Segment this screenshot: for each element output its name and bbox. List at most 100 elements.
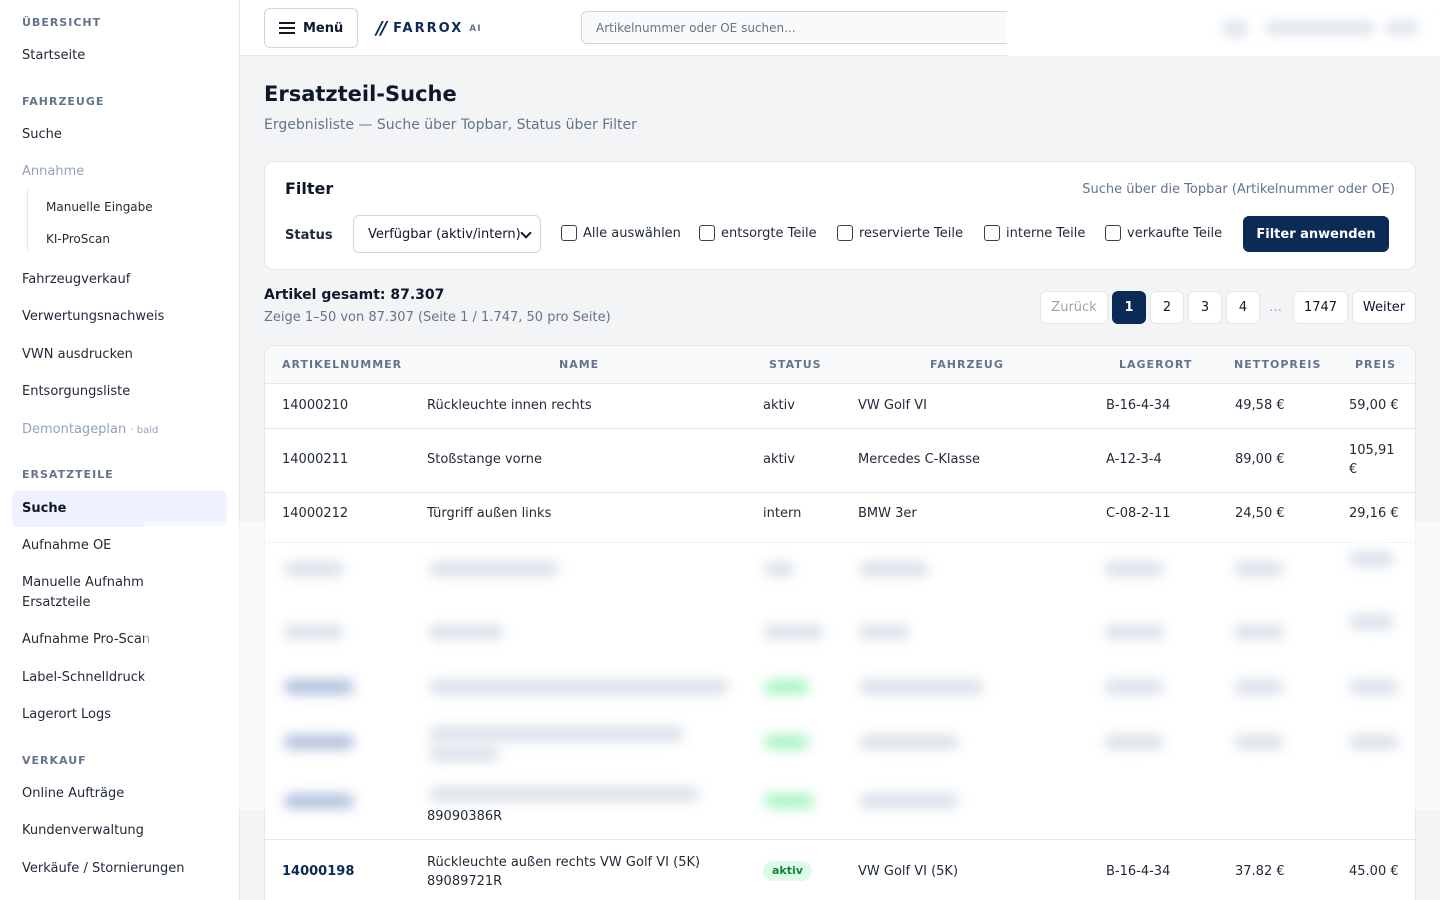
checkbox-reservierte-teile[interactable]: reservierte Teile	[837, 225, 963, 241]
cell-lagerort: B-16-4-34	[1106, 864, 1171, 879]
th-nettopreis[interactable]: NETTOPREIS	[1234, 358, 1321, 371]
section-verkauf: VERKAUF	[22, 754, 87, 767]
table-row[interactable]: 14000198 Rückleuchte außen rechts VW Gol…	[265, 840, 1415, 900]
sidebar-item-manuelle-eingabe[interactable]: Manuelle Eingabe	[36, 197, 226, 217]
cell-status: aktiv	[763, 398, 795, 413]
sidebar-item-demontageplan: Demontageplan · bald	[12, 420, 227, 441]
status-label: Status	[285, 228, 333, 243]
status-select[interactable]: Verfügbar (aktiv/intern)	[353, 215, 541, 253]
redacted-cell	[429, 562, 559, 576]
checkbox-label: Alle auswählen	[583, 225, 681, 241]
cell-name: Rückleuchte innen rechts	[427, 398, 592, 413]
redacted-cell	[764, 735, 809, 749]
checkbox-alle-auswaehlen[interactable]: Alle auswählen	[561, 225, 681, 241]
sidebar-item-verwertungsnachweis[interactable]: Verwertungsnachweis	[12, 307, 227, 327]
redacted-cell	[859, 680, 984, 694]
pagination-page-2[interactable]: 2	[1150, 291, 1184, 324]
sidebar-item-ki-proscan[interactable]: KI-ProScan	[36, 229, 226, 249]
sidebar-item-startseite[interactable]: Startseite	[12, 46, 227, 66]
pagination-page-1[interactable]: 1	[1112, 291, 1146, 324]
results-range: Zeige 1–50 von 87.307 (Seite 1 / 1.747, …	[264, 310, 611, 325]
redacted-cell	[284, 680, 354, 694]
sidebar-item-verkaeufe-stornierungen[interactable]: Verkäufe / Stornierungen	[12, 859, 227, 879]
redacted-cell	[1234, 735, 1284, 749]
sidebar-item-fahrzeug-suche[interactable]: Suche	[12, 125, 227, 145]
logo-mark: //	[376, 18, 387, 39]
cell-name: Stoßstange vorne	[427, 452, 542, 467]
redacted-cell	[284, 794, 354, 808]
pagination-page-3[interactable]: 3	[1188, 291, 1222, 324]
sidebar-item-entsorgungsliste[interactable]: Entsorgungsliste	[12, 382, 227, 402]
cell-status: intern	[763, 506, 802, 521]
redacted-cell	[429, 625, 504, 639]
sidebar-item-kundenverwaltung[interactable]: Kundenverwaltung	[12, 821, 227, 841]
table-row[interactable]: 14000211 Stoßstange vorne aktiv Mercedes…	[265, 429, 1415, 493]
pagination-ellipsis: …	[1269, 300, 1282, 315]
cell-artikelnummer: 14000211	[282, 452, 349, 467]
cell-name-line2: 89089721R	[427, 874, 503, 889]
section-ersatzteile: ERSATZTEILE	[22, 468, 114, 481]
th-name[interactable]: NAME	[559, 358, 599, 371]
redacted-cell	[859, 735, 959, 749]
redacted-cell	[284, 735, 354, 749]
th-preis[interactable]: PREIS	[1355, 358, 1396, 371]
redacted-cell	[1234, 562, 1284, 576]
redacted-cell	[764, 680, 809, 694]
th-artikelnummer[interactable]: ARTIKELNUMMER	[282, 358, 402, 371]
redacted-cell	[1104, 735, 1164, 749]
checkbox-box[interactable]	[984, 225, 1000, 241]
redacted-cell	[859, 562, 929, 576]
checkbox-entsorgte-teile[interactable]: entsorgte Teile	[699, 225, 817, 241]
table-row[interactable]: 14000210 Rückleuchte innen rechts aktiv …	[265, 384, 1415, 429]
sidebar-item-vwn-ausdrucken[interactable]: VWN ausdrucken	[12, 345, 227, 365]
cell-preis-line1: 105,91	[1349, 443, 1395, 458]
redacted-cell	[764, 562, 794, 576]
redacted-cell	[1349, 615, 1394, 629]
logo[interactable]: // FARROX AI	[376, 18, 482, 39]
cell-name: Türgriff außen links	[427, 506, 552, 521]
th-fahrzeug[interactable]: FAHRZEUG	[930, 358, 1004, 371]
checkbox-box[interactable]	[699, 225, 715, 241]
cell-fahrzeug: VW Golf VI (5K)	[858, 864, 959, 879]
pagination-page-4[interactable]: 4	[1226, 291, 1260, 324]
cell-fahrzeug: BMW 3er	[858, 506, 917, 521]
sidebar-item-fahrzeugverkauf[interactable]: Fahrzeugverkauf	[12, 270, 227, 290]
cell-artikelnummer-link[interactable]: 14000198	[282, 862, 354, 881]
status-badge: aktiv	[763, 861, 812, 881]
redacted-cell	[859, 794, 959, 808]
checkbox-box[interactable]	[1105, 225, 1121, 241]
cell-name-line1: Rückleuchte außen rechts VW Golf VI (5K)	[427, 855, 701, 870]
section-fahrzeuge: FAHRZEUGE	[22, 95, 105, 108]
th-lagerort[interactable]: LAGERORT	[1119, 358, 1192, 371]
pagination-next-button[interactable]: Weiter	[1352, 291, 1416, 324]
pagination-page-last[interactable]: 1747	[1293, 291, 1348, 324]
cell-artikelnummer: 14000212	[282, 506, 349, 521]
topbar: Menü // FARROX AI	[240, 0, 1440, 56]
menu-button[interactable]: Menü	[264, 8, 358, 48]
redacted-cell	[1234, 625, 1284, 639]
th-status[interactable]: STATUS	[769, 358, 822, 371]
checkbox-interne-teile[interactable]: interne Teile	[984, 225, 1085, 241]
checkbox-label: verkaufte Teile	[1127, 225, 1223, 241]
logo-text: FARROX	[393, 21, 464, 36]
pagination-prev-button[interactable]: Zurück	[1040, 291, 1108, 324]
sidebar-item-annahme[interactable]: Annahme	[12, 162, 227, 182]
checkbox-box[interactable]	[837, 225, 853, 241]
cell-lagerort: B-16-4-34	[1106, 398, 1171, 413]
status-select-value: Verfügbar (aktiv/intern)	[368, 226, 521, 242]
submenu-divider	[27, 190, 28, 252]
cell-fahrzeug: Mercedes C-Klasse	[858, 452, 980, 467]
cell-nettopreis: 49,58 €	[1235, 398, 1285, 413]
demontageplan-label: Demontageplan	[22, 422, 127, 437]
cell-lagerort: A-12-3-4	[1106, 452, 1162, 467]
redacted-cell	[1349, 680, 1399, 694]
cell-fahrzeug: VW Golf VI	[858, 398, 927, 413]
page-subtitle: Ergebnisliste — Suche über Topbar, Statu…	[264, 117, 637, 133]
cell-status: aktiv	[763, 452, 795, 467]
cell-name: Rückleuchte außen rechts VW Golf VI (5K)…	[427, 853, 700, 891]
redacted-cell	[429, 680, 729, 694]
redacted-cell	[1349, 552, 1394, 566]
checkbox-box[interactable]	[561, 225, 577, 241]
apply-filter-button[interactable]: Filter anwenden	[1243, 216, 1389, 252]
checkbox-verkaufte-teile[interactable]: verkaufte Teile	[1105, 225, 1222, 241]
